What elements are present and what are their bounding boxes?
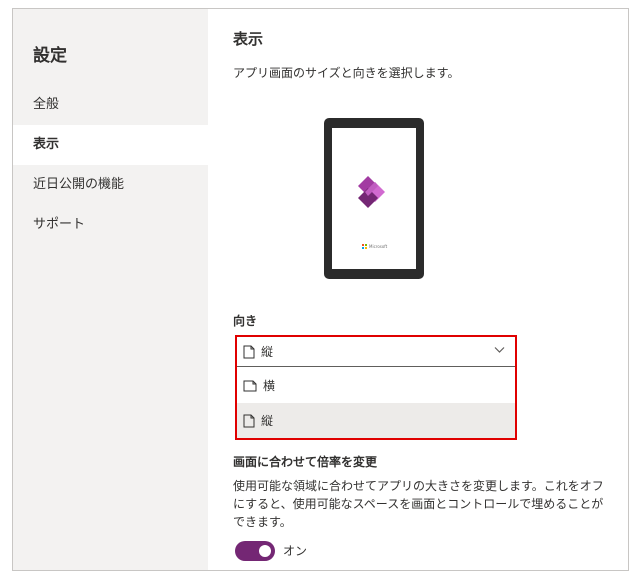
tablet-preview: Microsoft [324,118,424,279]
page-landscape-icon [243,380,257,391]
power-apps-logo-icon [358,176,385,208]
orientation-option-portrait-label: 縦 [261,414,274,428]
scale-to-fit-toggle-label: オン [283,544,308,558]
sidebar-item-upcoming-features[interactable]: 近日公開の機能 [13,165,208,205]
sidebar-item-general[interactable]: 全般 [13,85,208,125]
orientation-selected-value: 縦 [261,345,274,359]
chevron-down-icon [494,347,505,353]
page-title: 表示 [233,30,264,48]
toggle-knob [259,545,271,557]
orientation-label: 向き [233,314,258,328]
scale-to-fit-description: 使用可能な領域に合わせてアプリの大きさを変更します。これをオフにすると、使用可能… [233,479,604,529]
display-settings-panel: 表示 アプリ画面のサイズと向きを選択します。 Microsoft 向き 縦 横 … [233,9,628,570]
microsoft-brand: Microsoft [362,244,387,249]
orientation-dropdown: 縦 横 縦 [235,335,517,440]
orientation-option-portrait[interactable]: 縦 [237,403,515,438]
scale-to-fit-toggle[interactable] [235,541,275,561]
settings-sidebar: 設定 全般 表示 近日公開の機能 サポート [13,9,208,570]
sidebar-item-display[interactable]: 表示 [13,125,208,165]
sidebar-item-support[interactable]: サポート [13,205,208,245]
microsoft-logo-icon [362,244,367,249]
settings-dialog: 設定 全般 表示 近日公開の機能 サポート 表示 アプリ画面のサイズと向きを選択… [12,8,629,571]
tablet-screen: Microsoft [332,128,416,269]
microsoft-brand-text: Microsoft [369,244,388,249]
page-description: アプリ画面のサイズと向きを選択します。 [233,66,460,80]
orientation-select[interactable]: 縦 [237,337,515,367]
orientation-option-landscape-label: 横 [263,379,276,393]
scale-to-fit-title: 画面に合わせて倍率を変更 [233,455,378,469]
page-portrait-icon [243,414,255,427]
orientation-option-landscape[interactable]: 横 [237,368,515,403]
sidebar-title: 設定 [33,46,67,66]
page-portrait-icon [243,345,255,358]
